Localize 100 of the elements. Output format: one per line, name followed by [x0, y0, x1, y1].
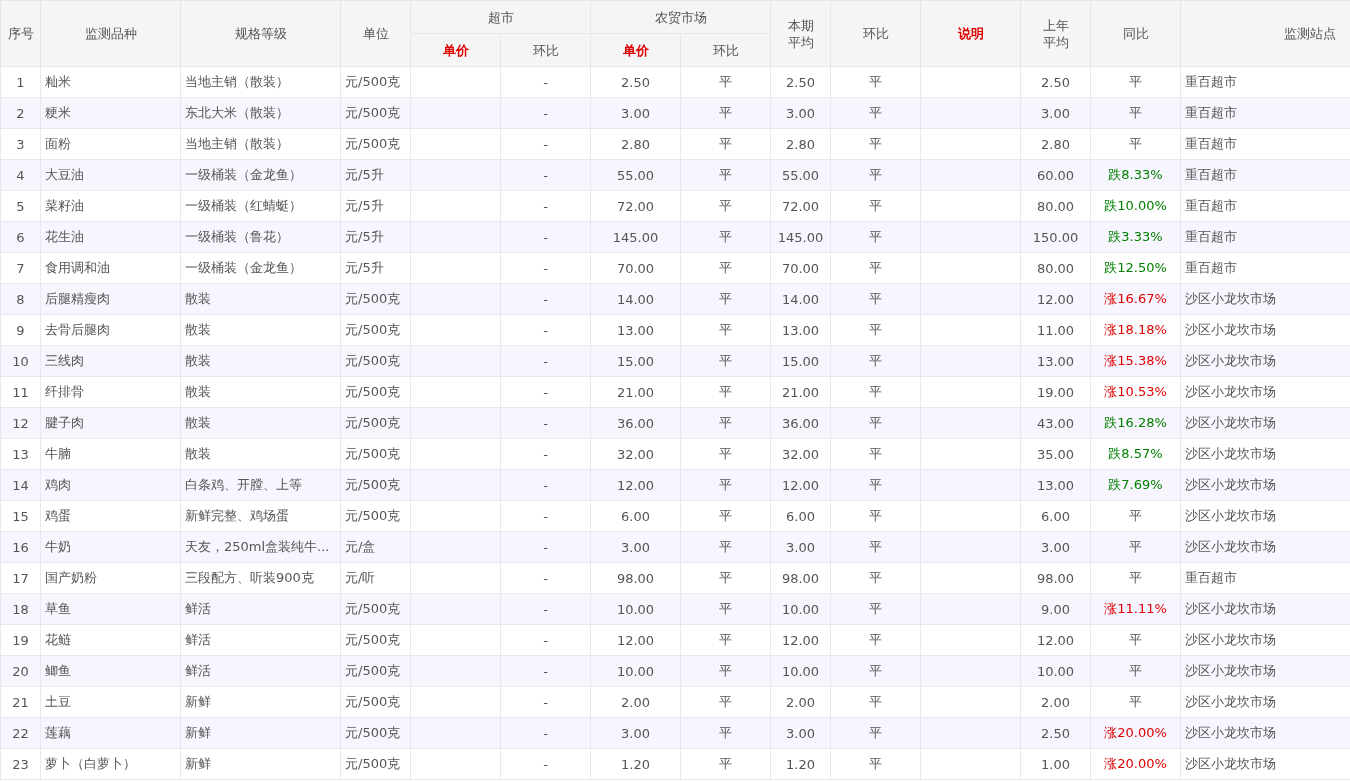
table-cell: 花生油 [40, 221, 181, 253]
table-cell: 元/500克 [340, 314, 411, 346]
table-cell: 重百超市 [1180, 159, 1350, 191]
table-cell: 平 [680, 407, 771, 439]
table-cell: 平 [830, 624, 921, 656]
table-cell: - [500, 252, 591, 284]
table-cell: 腱子肉 [40, 407, 181, 439]
table-cell: 15.00 [590, 345, 681, 377]
table-cell: 平 [1090, 562, 1181, 594]
column-header: 规格等级 [180, 0, 341, 67]
table-cell: 10.00 [1020, 655, 1091, 687]
table-cell: 10.00 [590, 593, 681, 625]
table-cell: 6.00 [590, 500, 681, 532]
table-cell: 98.00 [590, 562, 681, 594]
table-cell: 5 [0, 190, 41, 222]
table-cell: 元/盒 [340, 531, 411, 563]
table-cell: 元/5升 [340, 221, 411, 253]
table-cell: 平 [680, 469, 771, 501]
table-cell: 涨15.38% [1090, 345, 1181, 377]
table-cell: 1 [0, 66, 41, 98]
table-cell: 鲜活 [180, 624, 341, 656]
table-cell: 43.00 [1020, 407, 1091, 439]
table-cell: 散装 [180, 407, 341, 439]
table-cell: - [500, 531, 591, 563]
table-cell: 草鱼 [40, 593, 181, 625]
table-cell: 平 [830, 686, 921, 718]
table-cell: 平 [830, 500, 921, 532]
table-cell: 跌8.33% [1090, 159, 1181, 191]
table-cell: 平 [680, 748, 771, 780]
table-cell: 平 [680, 624, 771, 656]
table-cell: 散装 [180, 314, 341, 346]
table-cell: 元/500克 [340, 407, 411, 439]
table-cell: 22 [0, 717, 41, 749]
table-cell: 9.00 [1020, 593, 1091, 625]
table-cell: - [500, 190, 591, 222]
table-cell: 98.00 [770, 562, 831, 594]
table-cell: 2.00 [590, 686, 681, 718]
table-cell: - [500, 686, 591, 718]
table-cell: 13.00 [770, 314, 831, 346]
table-cell: 平 [1090, 531, 1181, 563]
table-cell: 21 [0, 686, 41, 718]
table-cell: 14.00 [590, 283, 681, 315]
table-cell: 散装 [180, 376, 341, 408]
table-cell: 新鲜 [180, 748, 341, 780]
table-cell: - [500, 469, 591, 501]
table-cell: 元/500克 [340, 97, 411, 129]
table-cell: 去骨后腿肉 [40, 314, 181, 346]
table-cell: 12.00 [1020, 283, 1091, 315]
column-header: 监测站点 [1180, 0, 1350, 67]
table-cell: 平 [680, 376, 771, 408]
table-cell: 10.00 [770, 655, 831, 687]
table-cell: 平 [1090, 66, 1181, 98]
table-cell: 145.00 [590, 221, 681, 253]
table-cell: - [500, 407, 591, 439]
table-cell: 14 [0, 469, 41, 501]
table-cell: 后腿精瘦肉 [40, 283, 181, 315]
table-cell: 散装 [180, 345, 341, 377]
table-cell: - [500, 283, 591, 315]
table-cell: 平 [680, 128, 771, 160]
table-cell: 21.00 [770, 376, 831, 408]
table-cell: 平 [830, 66, 921, 98]
table-cell: 元/500克 [340, 748, 411, 780]
table-cell: 土豆 [40, 686, 181, 718]
table-cell: 平 [680, 593, 771, 625]
table-cell: 平 [680, 190, 771, 222]
table-cell: 沙区小龙坎市场 [1180, 407, 1350, 439]
table-cell: 10.00 [770, 593, 831, 625]
table-cell: 沙区小龙坎市场 [1180, 469, 1350, 501]
table-cell: 平 [830, 376, 921, 408]
column-header: 环比 [830, 0, 921, 67]
table-cell: 一级桶装（鲁花） [180, 221, 341, 253]
table-cell: 平 [830, 221, 921, 253]
column-header: 超市 [410, 0, 591, 34]
table-cell: 平 [830, 159, 921, 191]
table-cell: 元/500克 [340, 717, 411, 749]
table-cell: 平 [1090, 128, 1181, 160]
table-cell: - [500, 314, 591, 346]
table-cell: 2.00 [1020, 686, 1091, 718]
column-header: 单位 [340, 0, 411, 67]
table-cell: 平 [680, 500, 771, 532]
table-cell: 21.00 [590, 376, 681, 408]
table-cell: 面粉 [40, 128, 181, 160]
table-cell: 平 [1090, 500, 1181, 532]
table-cell: - [500, 748, 591, 780]
table-cell: 平 [680, 531, 771, 563]
table-cell: 元/500克 [340, 500, 411, 532]
table-cell: 2.50 [1020, 66, 1091, 98]
table-cell: 32.00 [590, 438, 681, 470]
table-cell: 散装 [180, 438, 341, 470]
table-cell: 元/500克 [340, 66, 411, 98]
table-cell: - [500, 562, 591, 594]
table-cell: 55.00 [770, 159, 831, 191]
table-cell: 元/5升 [340, 190, 411, 222]
table-cell: 32.00 [770, 438, 831, 470]
table-cell: - [500, 717, 591, 749]
table-cell: 8 [0, 283, 41, 315]
table-cell: 55.00 [590, 159, 681, 191]
table-cell: 涨20.00% [1090, 717, 1181, 749]
table-cell: 跌3.33% [1090, 221, 1181, 253]
table-cell: 15 [0, 500, 41, 532]
